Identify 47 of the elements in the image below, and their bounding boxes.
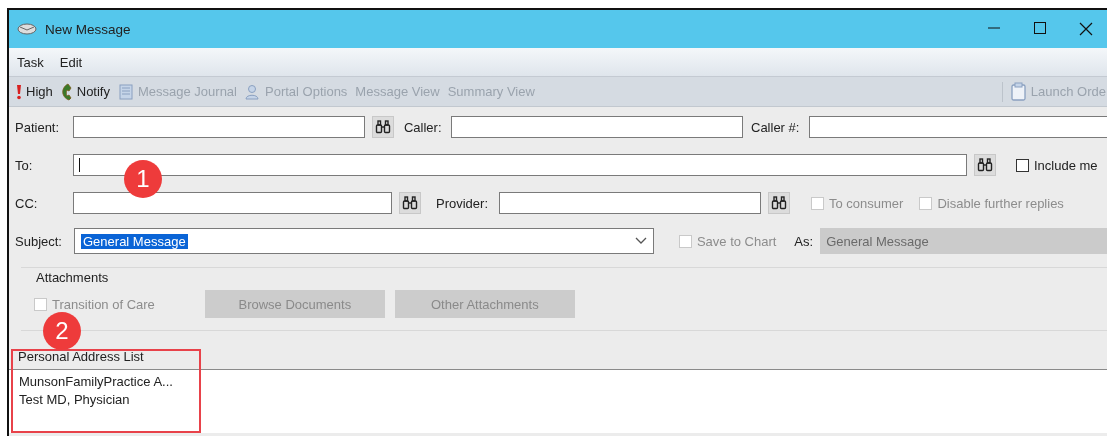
patient-field[interactable] <box>73 116 365 138</box>
chevron-down-icon <box>635 237 647 245</box>
search-button[interactable] <box>974 154 996 176</box>
field-label: Caller: <box>403 119 443 135</box>
field-label: As: <box>794 233 814 249</box>
field-label: CC: <box>15 195 39 211</box>
provider-field[interactable] <box>499 192 761 214</box>
window-title: New Message <box>45 21 131 37</box>
field-label: Provider: <box>436 195 490 211</box>
envelope-icon <box>17 23 37 35</box>
search-button[interactable] <box>372 116 394 138</box>
person-icon <box>245 83 261 100</box>
address-list[interactable]: MunsonFamilyPractice A... Test MD, Physician <box>9 369 1107 433</box>
field-label: Subject: <box>15 233 63 249</box>
cc-field[interactable] <box>73 192 392 214</box>
caller-number-field[interactable] <box>809 116 1107 138</box>
caller-field[interactable] <box>450 116 743 138</box>
search-button[interactable] <box>399 192 421 214</box>
group-title: Attachments <box>36 270 109 285</box>
maximize-icon <box>1034 22 1046 34</box>
binoculars-icon <box>375 120 391 134</box>
binoculars-icon <box>771 196 787 210</box>
toolbar-button[interactable]: High <box>13 83 56 100</box>
field-label: Caller #: <box>751 119 801 135</box>
toolbar-button[interactable]: Notify <box>57 82 113 101</box>
checkbox-label: Include me <box>1034 157 1098 173</box>
field-label: Patient: <box>15 119 61 135</box>
close-icon <box>1079 22 1093 36</box>
search-button[interactable] <box>768 192 790 214</box>
clipboard-icon <box>1008 81 1027 102</box>
binoculars-icon <box>402 196 418 210</box>
binoculars-icon <box>977 158 993 172</box>
list-item[interactable]: MunsonFamilyPractice A... <box>19 373 173 391</box>
menu-item[interactable]: Task <box>9 54 52 70</box>
menu-item[interactable]: Edit <box>51 54 91 70</box>
field-label: To: <box>15 157 34 173</box>
checkbox-label: Transition of Care <box>52 296 155 312</box>
checkbox-label: To consumer <box>829 195 904 211</box>
checkbox-label: Save to Chart <box>696 233 777 249</box>
subject-dropdown[interactable]: General Message <box>74 228 654 254</box>
journal-icon <box>118 83 134 100</box>
phone-icon <box>60 82 73 101</box>
exclamation-icon <box>16 83 22 100</box>
checkbox[interactable] <box>1016 158 1029 172</box>
list-item[interactable]: Test MD, Physician <box>19 391 130 409</box>
checkbox-label: Disable further replies <box>937 195 1064 211</box>
section-title: Personal Address List <box>18 349 145 364</box>
